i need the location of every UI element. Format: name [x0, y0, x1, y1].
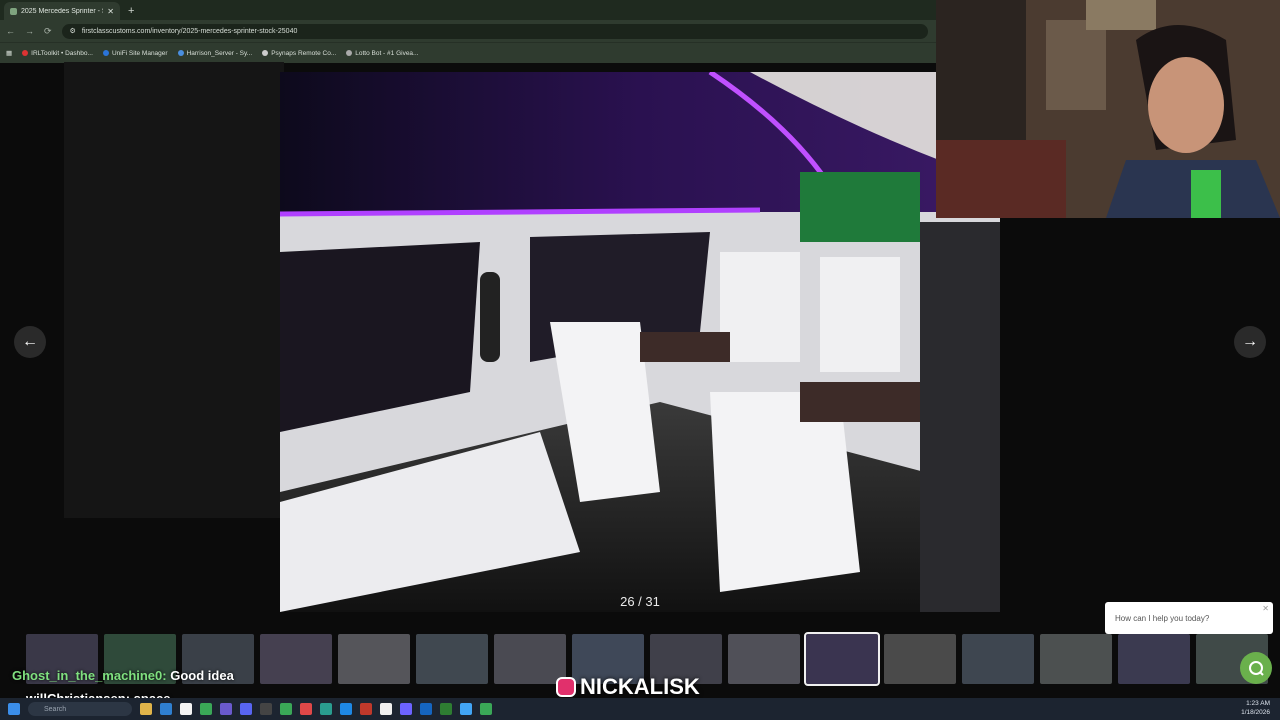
- gallery-thumbnail[interactable]: [884, 634, 956, 684]
- chat-text: Good idea: [170, 668, 234, 683]
- tab-title: 2025 Mercedes Sprinter - Stock: [21, 7, 103, 15]
- instagram-name: NICKALISK: [580, 674, 700, 699]
- chrome-icon[interactable]: [480, 703, 492, 715]
- previous-image-button[interactable]: ←: [14, 326, 46, 358]
- apps-grid-icon[interactable]: ▦: [6, 49, 12, 57]
- bookmark-item[interactable]: IRLToolkit • Dashbo...: [22, 50, 93, 57]
- chat-prompt: How can I help you today?: [1115, 613, 1210, 623]
- bookmark-favicon-icon: [177, 50, 184, 56]
- app-icon[interactable]: [420, 703, 432, 715]
- bookmark-favicon-icon: [262, 50, 269, 56]
- browser-window: 2025 Mercedes Sprinter - Stock ✕ + ← → ⟳…: [0, 0, 936, 63]
- clock-time: 1:23 AM: [1246, 700, 1270, 707]
- streamer-webcam-image: [936, 0, 1280, 218]
- stream-chat-message: Ghost_in_the_machine0: Good idea: [12, 668, 234, 683]
- chat-username: Ghost_in_the_machine0:: [12, 668, 167, 683]
- app-icon[interactable]: [320, 703, 332, 715]
- browser-tab[interactable]: 2025 Mercedes Sprinter - Stock ✕: [4, 2, 120, 20]
- open-chat-button[interactable]: [1240, 652, 1272, 684]
- new-tab-button[interactable]: +: [128, 2, 134, 20]
- back-icon[interactable]: ←: [6, 26, 15, 36]
- tab-bar: 2025 Mercedes Sprinter - Stock ✕ +: [0, 0, 936, 20]
- clock-date: 1/18/2026: [1241, 709, 1270, 716]
- gallery-thumbnail[interactable]: [260, 634, 332, 684]
- app-icon[interactable]: [380, 703, 392, 715]
- app-icon[interactable]: [440, 703, 452, 715]
- gallery-thumbnail[interactable]: [338, 634, 410, 684]
- support-chat-bubble[interactable]: How can I help you today? ✕: [1105, 602, 1273, 634]
- gallery-backdrop: [64, 62, 284, 518]
- address-bar[interactable]: ⚙ firstclasscustoms.com/inventory/2025-m…: [61, 23, 928, 39]
- file-explorer-icon[interactable]: [140, 703, 152, 715]
- bookmark-item[interactable]: Psynaps Remote Co...: [262, 50, 336, 57]
- gallery-thumbnail[interactable]: [804, 632, 880, 686]
- discord-icon[interactable]: [240, 703, 252, 715]
- gallery-thumbnail[interactable]: [962, 634, 1034, 684]
- site-info-icon[interactable]: ⚙: [70, 27, 76, 35]
- taskbar-search[interactable]: Search: [28, 702, 132, 716]
- instagram-handle: NICKALISK: [556, 674, 700, 700]
- arrow-left-icon: ←: [22, 333, 38, 350]
- nav-bar: ← → ⟳ ⚙ firstclasscustoms.com/inventory/…: [0, 20, 936, 42]
- bookmark-item[interactable]: UniFi Site Manager: [102, 50, 168, 57]
- app-icon[interactable]: [220, 703, 232, 715]
- edge-icon[interactable]: [160, 703, 172, 715]
- van-interior-image: [280, 72, 1000, 612]
- bookmarks-bar: ▦ IRLToolkit • Dashbo... UniFi Site Mana…: [0, 42, 936, 63]
- bookmark-item[interactable]: Lotto Bot - #1 Givea...: [346, 50, 418, 57]
- gallery-thumbnail[interactable]: [1040, 634, 1112, 684]
- app-icon[interactable]: [300, 703, 312, 715]
- forward-icon[interactable]: →: [25, 26, 34, 36]
- chrome-icon[interactable]: [280, 703, 292, 715]
- windows-taskbar: Search 1:23 AM 1/18/2026: [0, 698, 1280, 720]
- close-tab-icon[interactable]: ✕: [107, 7, 114, 16]
- gallery-thumbnail[interactable]: [728, 634, 800, 684]
- close-icon[interactable]: ✕: [1262, 604, 1269, 613]
- gallery-thumbnail[interactable]: [416, 634, 488, 684]
- app-icon[interactable]: [360, 703, 372, 715]
- arrow-right-icon: →: [1242, 333, 1258, 350]
- obs-icon[interactable]: [260, 703, 272, 715]
- search-placeholder: Search: [44, 705, 67, 713]
- instagram-icon: [556, 677, 576, 697]
- site-favicon-icon: [10, 7, 17, 15]
- gallery-thumbnail[interactable]: [1118, 634, 1190, 684]
- reload-icon[interactable]: ⟳: [44, 26, 52, 37]
- store-icon[interactable]: [180, 703, 192, 715]
- app-icon[interactable]: [400, 703, 412, 715]
- app-icon[interactable]: [340, 703, 352, 715]
- bookmark-item[interactable]: Harrison_Server - Sy...: [177, 50, 252, 57]
- bookmark-favicon-icon: [346, 50, 353, 56]
- app-icon[interactable]: [460, 703, 472, 715]
- bookmark-favicon-icon: [22, 50, 29, 56]
- system-clock[interactable]: 1:23 AM 1/18/2026: [1241, 699, 1270, 717]
- chat-icon: [1249, 661, 1264, 676]
- webcam-overlay: [936, 0, 1280, 218]
- van-interior-photo: [280, 72, 1000, 612]
- bookmark-favicon-icon: [102, 50, 109, 56]
- start-icon[interactable]: [8, 703, 20, 715]
- image-counter: 26 / 31: [620, 594, 660, 609]
- url-text: firstclasscustoms.com/inventory/2025-mer…: [81, 27, 298, 35]
- chrome-icon[interactable]: [200, 703, 212, 715]
- next-image-button[interactable]: →: [1234, 326, 1266, 358]
